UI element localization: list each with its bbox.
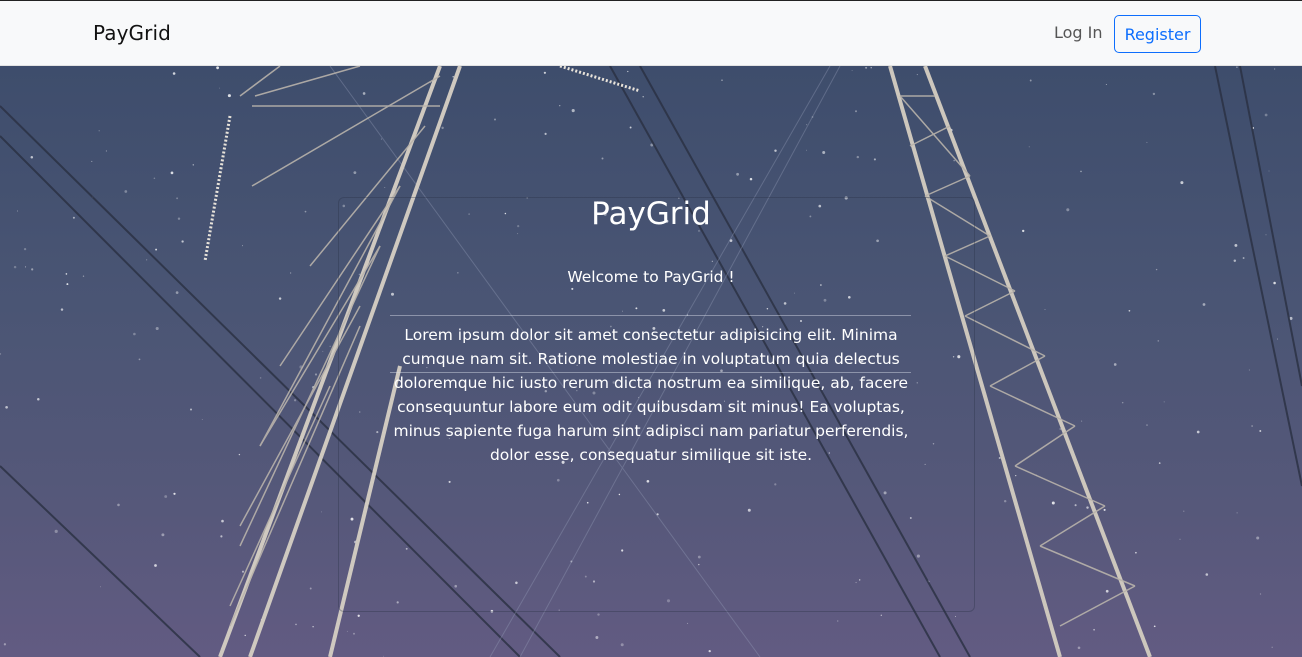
welcome-text: Welcome to PayGrid !	[567, 268, 735, 286]
navbar: PayGrid Log In Register	[0, 0, 1302, 66]
brand-logo-link[interactable]: PayGrid	[93, 21, 171, 45]
register-button[interactable]: Register	[1114, 15, 1201, 53]
hero-description: Lorem ipsum dolor sit amet consectetur a…	[393, 326, 909, 464]
hero-title: PayGrid	[591, 196, 711, 232]
login-link[interactable]: Log In	[1054, 23, 1103, 42]
divider-top	[390, 315, 911, 316]
